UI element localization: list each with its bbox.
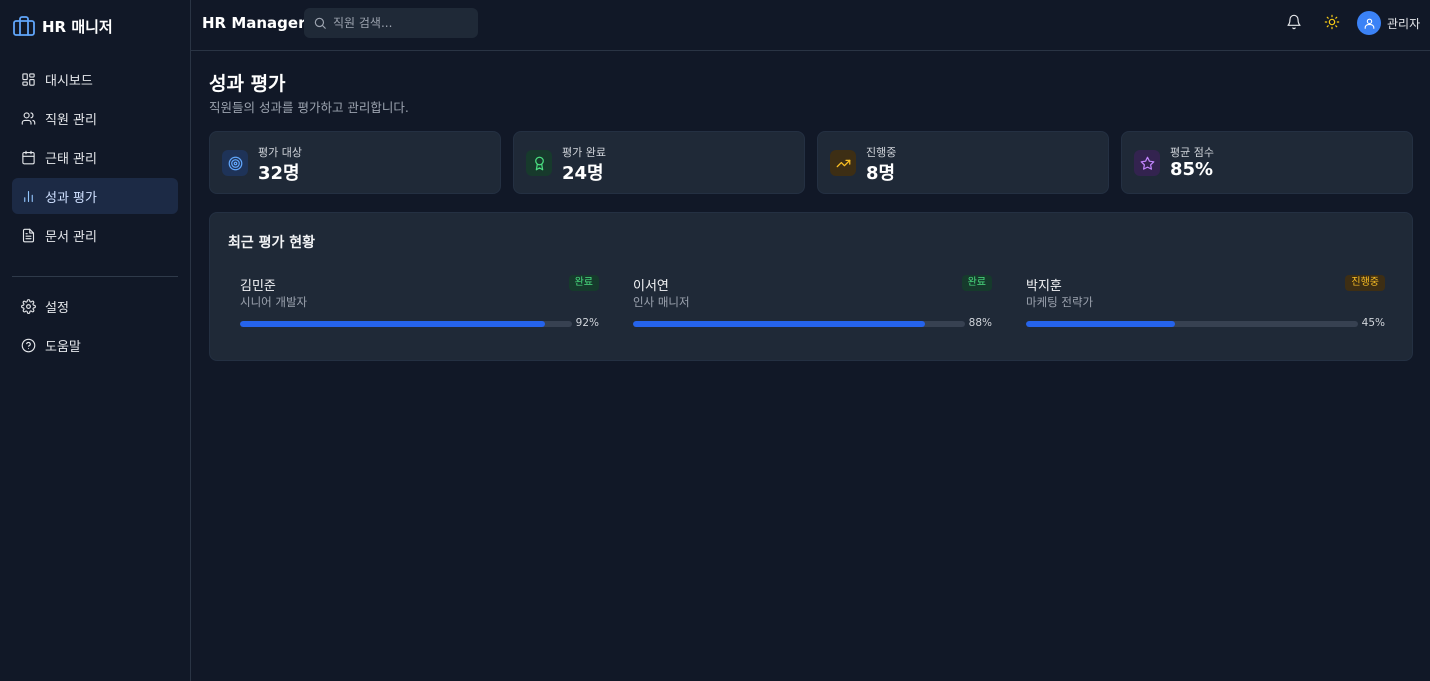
award-icon	[534, 156, 544, 170]
employee-name: 이서연	[633, 279, 669, 294]
user-icon	[1364, 18, 1374, 29]
progress-fill	[240, 321, 546, 327]
employee-name: 박지훈	[1026, 279, 1062, 294]
stat-value: 85%	[1170, 159, 1214, 180]
progress-fill	[633, 321, 926, 327]
stat-value: 24명	[562, 163, 604, 184]
status-badge: 완료	[568, 275, 599, 291]
sidebar-item-employees[interactable]: 직원 관리	[12, 100, 178, 136]
progress-percent: 92%	[575, 317, 599, 329]
stat-card-targets: 평가 대상 32명	[209, 131, 501, 194]
panel-title: 최근 평가 현황	[228, 235, 316, 251]
sidebar-divider	[12, 276, 178, 277]
sidebar-item-label: 직원 관리	[45, 112, 97, 128]
sidebar-item-label: 대시보드	[45, 73, 93, 89]
stats-row: 평가 대상 32명 평가 완료 24명 진행중 8명 평균 점수 85%	[209, 131, 1413, 194]
status-badge: 진행중	[1345, 275, 1385, 291]
stat-icon-container	[526, 150, 552, 176]
sidebar-item-help[interactable]: 도움말	[12, 327, 178, 363]
employee-role: 인사 매니저	[633, 295, 690, 309]
sidebar-item-label: 문서 관리	[45, 229, 97, 245]
recent-evaluations-panel: 최근 평가 현황 김민준 시니어 개발자 완료 92% 이서연 인사 매니저 완…	[209, 212, 1413, 361]
user-name: 관리자	[1387, 16, 1421, 31]
sidebar-item-dashboard[interactable]: 대시보드	[12, 61, 178, 97]
stat-label: 평가 대상	[258, 146, 302, 159]
stat-value: 8명	[866, 163, 896, 184]
calendar-icon	[22, 150, 35, 164]
gear-icon	[21, 298, 36, 314]
search-input[interactable]	[333, 16, 473, 30]
sidebar: HR 매니저 대시보드 직원 관리 근태 관리 성과 평가 문서 관리 설정 도…	[0, 0, 191, 681]
sidebar-item-label: 도움말	[45, 339, 81, 355]
employee-name: 김민준	[240, 279, 276, 294]
help-icon	[21, 338, 36, 352]
dashboard-icon	[22, 72, 35, 86]
brand[interactable]: HR 매니저	[12, 14, 113, 38]
avatar	[1357, 11, 1381, 35]
sidebar-secondary-nav: 설정 도움말	[12, 288, 178, 366]
page-title: 성과 평가	[209, 73, 286, 95]
search-box[interactable]	[304, 8, 478, 38]
sidebar-item-performance[interactable]: 성과 평가	[12, 178, 178, 214]
progress-bar	[1026, 321, 1358, 327]
stat-card-completed: 평가 완료 24명	[513, 131, 805, 194]
progress-fill	[1026, 321, 1176, 327]
target-icon	[228, 156, 242, 170]
evaluation-item[interactable]: 박지훈 마케팅 전략가 진행중 45%	[1026, 275, 1385, 335]
sidebar-item-documents[interactable]: 문서 관리	[12, 217, 178, 253]
sun-icon[interactable]	[1324, 14, 1340, 30]
document-icon	[22, 228, 35, 242]
sidebar-item-label: 성과 평가	[45, 190, 97, 206]
sidebar-item-label: 설정	[45, 300, 69, 316]
employee-role: 마케팅 전략가	[1026, 295, 1094, 309]
sidebar-nav: 대시보드 직원 관리 근태 관리 성과 평가 문서 관리	[12, 61, 178, 256]
evaluation-item[interactable]: 김민준 시니어 개발자 완료 92%	[240, 275, 599, 335]
star-icon	[1140, 156, 1154, 170]
stat-label: 진행중	[866, 146, 897, 159]
stat-value: 32명	[258, 163, 300, 184]
sidebar-item-label: 근태 관리	[45, 151, 97, 167]
app-title: HR Manager	[202, 14, 306, 32]
stat-label: 평가 완료	[562, 146, 606, 159]
stat-icon-container	[1134, 150, 1160, 176]
evaluation-item[interactable]: 이서연 인사 매니저 완료 88%	[633, 275, 992, 335]
brand-name: HR 매니저	[42, 17, 113, 36]
search-icon	[314, 17, 326, 29]
sidebar-item-attendance[interactable]: 근태 관리	[12, 139, 178, 175]
progress-bar	[240, 321, 572, 327]
employee-role: 시니어 개발자	[240, 295, 308, 309]
stat-card-average: 평균 점수 85%	[1121, 131, 1413, 194]
trending-up-icon	[836, 159, 850, 167]
stat-card-in-progress: 진행중 8명	[817, 131, 1109, 194]
users-icon	[21, 111, 36, 125]
briefcase-icon	[13, 16, 35, 36]
stat-icon-container	[830, 150, 856, 176]
progress-bar	[633, 321, 965, 327]
top-header: HR Manager 관리자	[191, 0, 1430, 51]
progress-percent: 45%	[1361, 317, 1385, 329]
bell-icon[interactable]	[1286, 14, 1302, 30]
sidebar-item-settings[interactable]: 설정	[12, 288, 178, 324]
bar-chart-icon	[24, 190, 33, 202]
page-subtitle: 직원들의 성과를 평가하고 관리합니다.	[209, 100, 409, 115]
progress-percent: 88%	[968, 317, 992, 329]
stat-label: 평균 점수	[1170, 146, 1214, 159]
stat-icon-container	[222, 150, 248, 176]
user-menu[interactable]: 관리자	[1357, 11, 1420, 35]
status-badge: 완료	[961, 275, 992, 291]
